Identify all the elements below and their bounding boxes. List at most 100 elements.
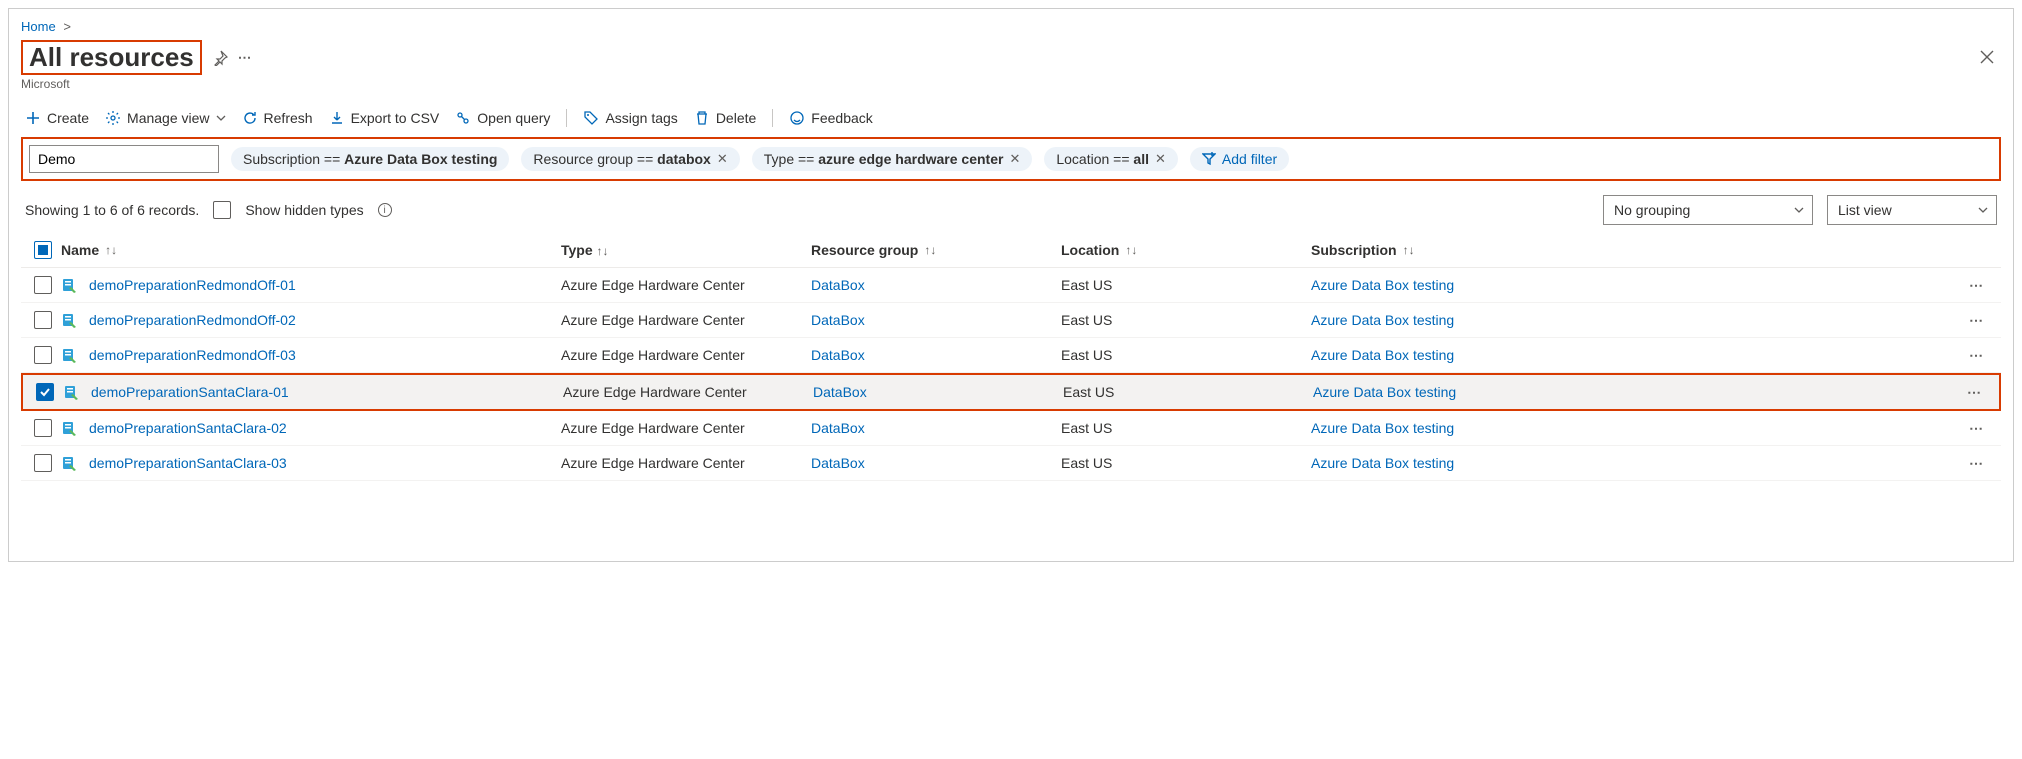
breadcrumb: Home > xyxy=(21,17,2001,40)
row-checkbox[interactable] xyxy=(36,383,54,401)
open-query-label: Open query xyxy=(477,110,550,126)
row-more-button[interactable]: ⋯ xyxy=(1969,420,1985,436)
show-hidden-label: Show hidden types xyxy=(245,202,363,218)
row-more-button[interactable]: ⋯ xyxy=(1969,312,1985,328)
remove-filter-icon[interactable]: ✕ xyxy=(717,151,728,167)
row-checkbox[interactable] xyxy=(34,454,52,472)
subscription-link[interactable]: Azure Data Box testing xyxy=(1311,312,1454,328)
table-row[interactable]: demoPreparationSantaClara-03 Azure Edge … xyxy=(21,446,2001,481)
row-more-button[interactable]: ⋯ xyxy=(1969,455,1985,471)
more-button[interactable]: ⋯ xyxy=(238,50,253,66)
query-icon xyxy=(455,110,471,126)
assign-tags-button[interactable]: Assign tags xyxy=(583,110,677,126)
resource-name-link[interactable]: demoPreparationRedmondOff-03 xyxy=(89,347,296,363)
manage-view-button[interactable]: Manage view xyxy=(105,110,226,126)
filter-pill[interactable]: Subscription == Azure Data Box testing xyxy=(231,147,509,171)
table-row[interactable]: demoPreparationRedmondOff-02 Azure Edge … xyxy=(21,303,2001,338)
col-name[interactable]: Name ↑↓ xyxy=(61,242,561,258)
grouping-value: No grouping xyxy=(1614,202,1690,218)
resource-location: East US xyxy=(1061,420,1311,436)
subscription-link[interactable]: Azure Data Box testing xyxy=(1311,277,1454,293)
page-subtitle: Microsoft xyxy=(21,77,2001,91)
resource-name-link[interactable]: demoPreparationSantaClara-02 xyxy=(89,420,287,436)
table-row[interactable]: demoPreparationSantaClara-02 Azure Edge … xyxy=(21,411,2001,446)
resource-type: Azure Edge Hardware Center xyxy=(563,384,813,400)
resource-group-link[interactable]: DataBox xyxy=(811,312,865,328)
filter-pill[interactable]: Type == azure edge hardware center ✕ xyxy=(752,147,1033,171)
sort-icon: ↑↓ xyxy=(924,243,936,257)
resource-name-link[interactable]: demoPreparationRedmondOff-02 xyxy=(89,312,296,328)
subscription-link[interactable]: Azure Data Box testing xyxy=(1311,420,1454,436)
resource-location: East US xyxy=(1061,312,1311,328)
info-icon[interactable]: i xyxy=(378,203,392,217)
row-checkbox[interactable] xyxy=(34,311,52,329)
search-input[interactable] xyxy=(29,145,219,173)
resource-group-link[interactable]: DataBox xyxy=(811,347,865,363)
filter-bar: Subscription == Azure Data Box testing Re… xyxy=(21,137,2001,181)
filter-pill[interactable]: Resource group == databox ✕ xyxy=(521,147,739,171)
row-more-button[interactable]: ⋯ xyxy=(1969,347,1985,363)
subscription-link[interactable]: Azure Data Box testing xyxy=(1311,347,1454,363)
chevron-right-icon: > xyxy=(59,19,75,34)
view-value: List view xyxy=(1838,202,1892,218)
row-checkbox[interactable] xyxy=(34,346,52,364)
col-type[interactable]: Type ↑↓ xyxy=(561,242,811,258)
show-hidden-checkbox[interactable] xyxy=(213,201,231,219)
sort-icon: ↑↓ xyxy=(1125,243,1137,257)
remove-filter-icon[interactable]: ✕ xyxy=(1009,151,1020,167)
resource-type: Azure Edge Hardware Center xyxy=(561,455,811,471)
refresh-icon xyxy=(242,110,258,126)
filter-pill[interactable]: Location == all ✕ xyxy=(1044,147,1178,171)
select-all-checkbox[interactable] xyxy=(34,241,52,259)
row-more-button[interactable]: ⋯ xyxy=(1969,277,1985,293)
row-checkbox[interactable] xyxy=(34,419,52,437)
table-row[interactable]: demoPreparationSantaClara-01 Azure Edge … xyxy=(21,373,2001,411)
resource-group-link[interactable]: DataBox xyxy=(811,455,865,471)
pin-icon xyxy=(212,50,228,66)
resource-location: East US xyxy=(1061,347,1311,363)
col-resource-group[interactable]: Resource group ↑↓ xyxy=(811,242,1061,258)
pin-button[interactable] xyxy=(212,50,228,66)
view-select[interactable]: List view xyxy=(1827,195,1997,225)
resource-name-link[interactable]: demoPreparationSantaClara-03 xyxy=(89,455,287,471)
record-count: Showing 1 to 6 of 6 records. xyxy=(25,202,199,218)
separator xyxy=(566,109,567,127)
resource-type: Azure Edge Hardware Center xyxy=(561,420,811,436)
close-button[interactable] xyxy=(1979,49,1995,65)
filter-pill-label: Subscription == Azure Data Box testing xyxy=(243,151,497,167)
resource-location: East US xyxy=(1061,455,1311,471)
refresh-button[interactable]: Refresh xyxy=(242,110,313,126)
row-checkbox[interactable] xyxy=(34,276,52,294)
col-location[interactable]: Location ↑↓ xyxy=(1061,242,1311,258)
open-query-button[interactable]: Open query xyxy=(455,110,550,126)
resource-group-link[interactable]: DataBox xyxy=(813,384,867,400)
delete-button[interactable]: Delete xyxy=(694,110,756,126)
grouping-select[interactable]: No grouping xyxy=(1603,195,1813,225)
resource-group-link[interactable]: DataBox xyxy=(811,277,865,293)
table-row[interactable]: demoPreparationRedmondOff-03 Azure Edge … xyxy=(21,338,2001,373)
col-subscription[interactable]: Subscription ↑↓ xyxy=(1311,242,1957,258)
resource-name-link[interactable]: demoPreparationRedmondOff-01 xyxy=(89,277,296,293)
sort-icon: ↑↓ xyxy=(597,244,609,258)
add-filter-label: Add filter xyxy=(1222,151,1277,167)
subscription-link[interactable]: Azure Data Box testing xyxy=(1311,455,1454,471)
add-filter-button[interactable]: Add filter xyxy=(1190,147,1289,171)
subscription-link[interactable]: Azure Data Box testing xyxy=(1313,384,1456,400)
table-row[interactable]: demoPreparationRedmondOff-01 Azure Edge … xyxy=(21,268,2001,303)
feedback-icon xyxy=(789,110,805,126)
resource-icon xyxy=(61,454,79,472)
resource-group-link[interactable]: DataBox xyxy=(811,420,865,436)
remove-filter-icon[interactable]: ✕ xyxy=(1155,151,1166,167)
plus-icon xyxy=(25,110,41,126)
filter-pill-label: Resource group == databox xyxy=(533,151,710,167)
resource-name-link[interactable]: demoPreparationSantaClara-01 xyxy=(91,384,289,400)
resource-type: Azure Edge Hardware Center xyxy=(561,277,811,293)
create-button[interactable]: Create xyxy=(25,110,89,126)
export-csv-button[interactable]: Export to CSV xyxy=(329,110,440,126)
resource-type: Azure Edge Hardware Center xyxy=(561,312,811,328)
row-more-button[interactable]: ⋯ xyxy=(1967,384,1983,400)
breadcrumb-home[interactable]: Home xyxy=(21,19,56,34)
download-icon xyxy=(329,110,345,126)
feedback-button[interactable]: Feedback xyxy=(789,110,872,126)
refresh-label: Refresh xyxy=(264,110,313,126)
